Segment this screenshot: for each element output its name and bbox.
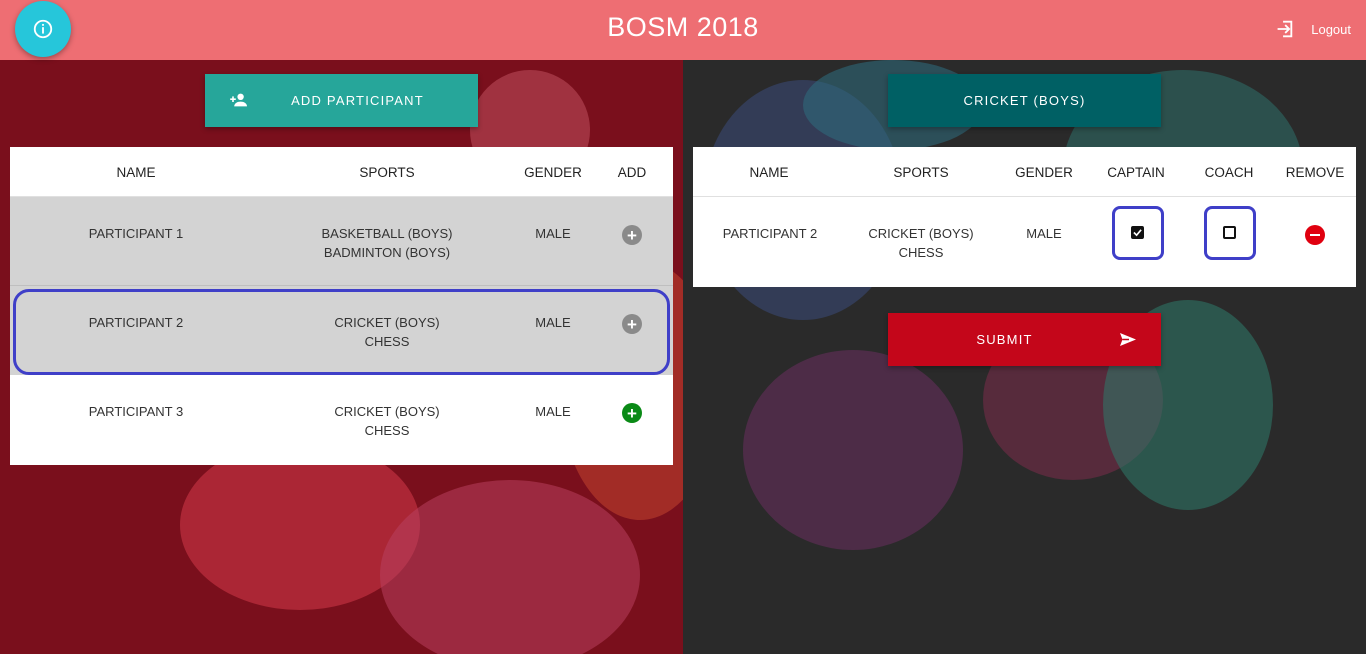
column-header-sports: SPORTS	[359, 165, 415, 180]
selected-participants-table: NAME SPORTS GENDER CAPTAIN COACH REMOVE …	[693, 147, 1356, 287]
column-header-name: NAME	[116, 165, 156, 180]
logout-icon	[1277, 20, 1293, 38]
selected-sport-label: CRICKET (BOYS)	[963, 93, 1086, 108]
app-header: BOSM 2018 Logout	[0, 0, 1366, 60]
sport-item: CRICKET (BOYS)	[868, 226, 974, 241]
selected-sport-button[interactable]: CRICKET (BOYS)	[888, 74, 1161, 127]
send-icon	[1120, 333, 1136, 346]
logout-button[interactable]: Logout	[1273, 18, 1351, 40]
participants-table: NAME SPORTS GENDER ADD PARTICIPANT 1 BAS…	[10, 147, 673, 465]
sport-item: BADMINTON (BOYS)	[323, 245, 451, 260]
sport-item: CHESS	[364, 423, 410, 438]
captain-checkbox[interactable]	[1131, 226, 1144, 239]
add-participant-button[interactable]: ADD PARTICIPANT	[205, 74, 478, 127]
column-header-coach: COACH	[1204, 165, 1254, 180]
splash-decoration	[743, 350, 963, 550]
participant-name: PARTICIPANT 2	[722, 226, 818, 241]
column-header-remove: REMOVE	[1285, 165, 1345, 180]
submit-button[interactable]: SUBMIT	[888, 313, 1161, 366]
participant-sports: BASKETBALL (BOYS) BADMINTON (BOYS)	[297, 224, 477, 262]
sport-item: CHESS	[898, 245, 944, 260]
participant-gender: MALE	[535, 404, 571, 419]
column-header-sports: SPORTS	[893, 165, 949, 180]
sport-item: BASKETBALL (BOYS)	[321, 226, 453, 241]
row-highlight-outline	[13, 289, 670, 375]
app-title: BOSM 2018	[607, 12, 759, 42]
table-row: PARTICIPANT 3 CRICKET (BOYS) CHESS MALE …	[10, 375, 673, 464]
table-row: PARTICIPANT 2 CRICKET (BOYS) CHESS MALE	[693, 197, 1356, 286]
remove-icon[interactable]	[1305, 225, 1325, 245]
participant-name: PARTICIPANT 1	[88, 226, 184, 241]
submit-label: SUBMIT	[976, 332, 1033, 347]
sport-item: CRICKET (BOYS)	[334, 404, 440, 419]
splash-decoration	[380, 480, 640, 654]
column-header-name: NAME	[749, 165, 789, 180]
participant-name: PARTICIPANT 3	[88, 404, 184, 419]
add-participant-label: ADD PARTICIPANT	[291, 93, 424, 108]
table-row: PARTICIPANT 1 BASKETBALL (BOYS) BADMINTO…	[10, 197, 673, 286]
person-add-icon	[230, 93, 247, 107]
column-header-gender: GENDER	[524, 165, 582, 180]
participant-sports: CRICKET (BOYS) CHESS	[851, 224, 991, 262]
coach-checkbox[interactable]	[1223, 226, 1236, 239]
participant-gender: MALE	[535, 226, 571, 241]
participant-sports: CRICKET (BOYS) CHESS	[297, 402, 477, 440]
check-icon	[1133, 229, 1142, 237]
column-header-add: ADD	[617, 165, 647, 180]
participant-gender: MALE	[1026, 226, 1062, 241]
add-participant-icon-button[interactable]: +	[622, 225, 642, 245]
column-header-captain: CAPTAIN	[1107, 165, 1165, 180]
column-header-gender: GENDER	[1015, 165, 1073, 180]
logout-label: Logout	[1311, 21, 1351, 37]
add-participant-icon-button[interactable]: +	[622, 403, 642, 423]
